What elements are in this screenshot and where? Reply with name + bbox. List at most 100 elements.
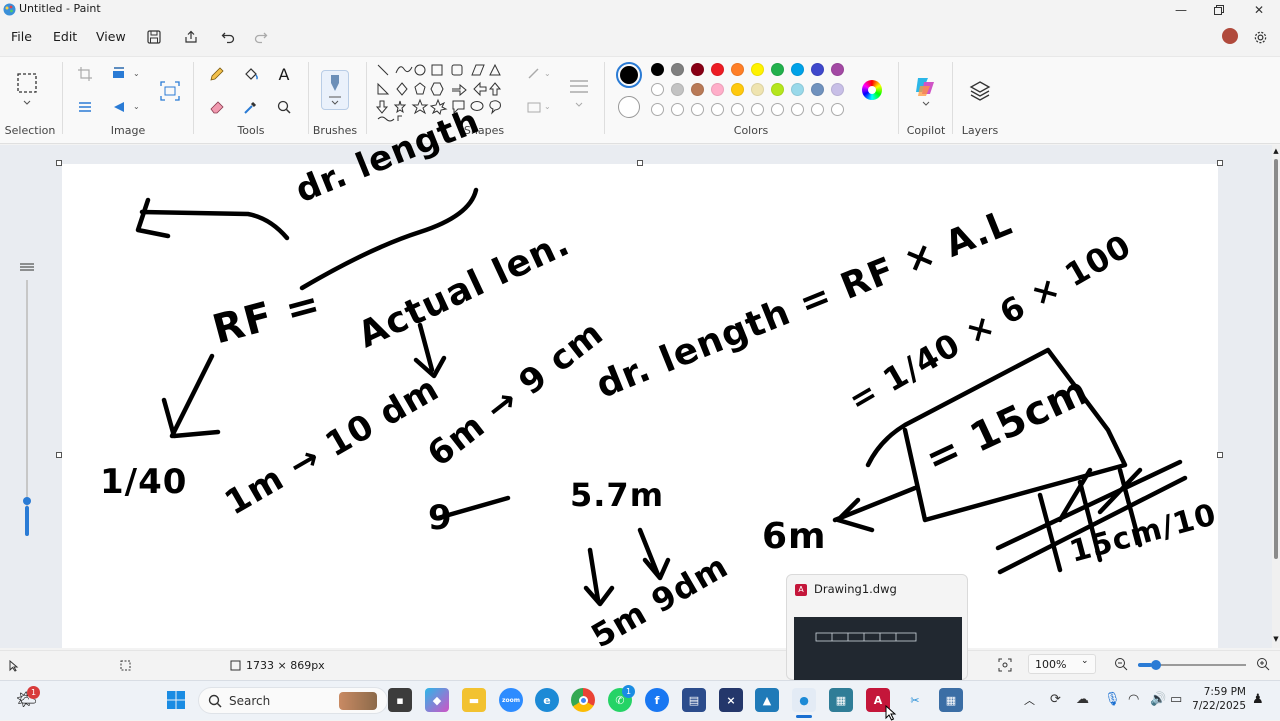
scroll-thumb[interactable] — [1274, 159, 1278, 559]
color-swatch[interactable] — [771, 103, 784, 116]
color-swatch[interactable] — [791, 103, 804, 116]
start-button[interactable] — [166, 690, 186, 710]
task-view-button[interactable]: ▪ — [388, 688, 412, 712]
color-swatch[interactable] — [731, 83, 744, 96]
color-swatch[interactable] — [691, 83, 704, 96]
volume-tray-icon[interactable]: 🔊 — [1150, 692, 1166, 707]
magnifier-tool[interactable] — [274, 97, 294, 117]
color-swatch[interactable] — [811, 103, 824, 116]
color-swatch[interactable] — [831, 63, 844, 76]
color-swatch[interactable] — [751, 83, 764, 96]
undo-button[interactable] — [218, 27, 238, 47]
color-swatch[interactable] — [731, 63, 744, 76]
color-swatch[interactable] — [811, 83, 824, 96]
selection-tool-button[interactable] — [14, 70, 42, 110]
color-swatch[interactable] — [791, 63, 804, 76]
drawing-canvas[interactable]: dr. length RF = Actual len. 1/40 1m → 10… — [62, 101, 1220, 655]
chevron-down-icon[interactable]: ⌄ — [544, 102, 551, 111]
pencil-tool[interactable] — [207, 64, 227, 84]
resize-button[interactable] — [109, 64, 129, 84]
color-picker-tool[interactable] — [241, 97, 261, 117]
copilot-taskbar-button[interactable]: ◆ — [425, 688, 449, 712]
redo-button[interactable] — [251, 27, 271, 47]
color-swatch[interactable] — [671, 83, 684, 96]
image-properties-button[interactable] — [159, 80, 181, 102]
photos-button[interactable]: ▲ — [755, 688, 779, 712]
preview-thumbnail[interactable] — [794, 617, 962, 681]
clock[interactable]: 7:59 PM 7/22/2025 — [1190, 685, 1246, 713]
color-swatch[interactable] — [811, 63, 824, 76]
snipping-tool-button[interactable]: ✂ — [903, 688, 927, 712]
chevron-down-icon[interactable]: ⌄ — [544, 69, 551, 78]
resize-handle-top[interactable] — [637, 160, 643, 166]
layers-button[interactable] — [968, 79, 992, 103]
chrome-button[interactable] — [571, 688, 595, 712]
resize-handle-top-left[interactable] — [56, 160, 62, 166]
fill-tool[interactable] — [241, 64, 261, 84]
zoom-slider-thumb[interactable] — [1151, 660, 1161, 670]
zoom-app-button[interactable]: zoom — [499, 688, 523, 712]
color-swatch[interactable] — [711, 63, 724, 76]
show-hidden-icons-button[interactable]: ︿ — [1024, 692, 1035, 708]
file-explorer-button[interactable]: ▬ — [462, 688, 486, 712]
flip-button[interactable] — [75, 97, 95, 117]
visual-studio-code-button[interactable]: ⨯ — [719, 688, 743, 712]
zoom-out-button[interactable] — [1114, 656, 1128, 671]
scroll-down-arrow[interactable]: ▼ — [1272, 635, 1280, 643]
color-swatch[interactable] — [731, 103, 744, 116]
color-swatch[interactable] — [711, 83, 724, 96]
color-swatch[interactable] — [651, 103, 664, 116]
menu-edit[interactable]: Edit — [53, 29, 77, 44]
secondary-color-button[interactable] — [618, 96, 640, 118]
color-swatch[interactable] — [671, 103, 684, 116]
cloud-off-tray-icon[interactable]: ☁ — [1076, 692, 1089, 707]
color-swatch[interactable] — [651, 63, 664, 76]
rotate-button[interactable] — [109, 97, 129, 117]
maximize-button[interactable] — [1200, 0, 1238, 20]
wifi-tray-icon[interactable]: ◠ — [1128, 692, 1139, 707]
brush-size-thumb[interactable] — [23, 497, 31, 505]
shape-size-button[interactable] — [566, 73, 592, 111]
color-swatch[interactable] — [751, 103, 764, 116]
color-swatch[interactable] — [711, 103, 724, 116]
text-tool[interactable]: A — [274, 64, 294, 84]
facebook-button[interactable]: f — [645, 688, 669, 712]
crop-button[interactable] — [75, 64, 95, 84]
vertical-scrollbar[interactable]: ▲ ▼ — [1272, 145, 1280, 648]
calendar-app-button[interactable]: ▤ — [682, 688, 706, 712]
settings-button[interactable] — [1250, 27, 1270, 47]
edge-button[interactable]: e — [535, 688, 559, 712]
notification-center-button[interactable]: ♟ — [1252, 692, 1264, 707]
zoom-in-button[interactable] — [1256, 656, 1270, 671]
resize-handle-left[interactable] — [56, 452, 62, 458]
taskbar-search[interactable]: Search — [198, 687, 388, 714]
edit-colors-button[interactable] — [862, 80, 882, 100]
color-swatch[interactable] — [671, 63, 684, 76]
outline-button[interactable] — [524, 64, 544, 84]
fill-shape-button[interactable] — [524, 97, 544, 117]
menu-view[interactable]: View — [96, 29, 126, 44]
brushes-button[interactable] — [321, 70, 349, 110]
save-button[interactable] — [144, 27, 164, 47]
menu-file[interactable]: File — [11, 29, 32, 44]
color-swatch[interactable] — [651, 83, 664, 96]
color-swatch[interactable] — [691, 63, 704, 76]
eraser-tool[interactable] — [207, 97, 227, 117]
fit-to-window-button[interactable] — [998, 657, 1012, 672]
paint-taskbar-button[interactable]: ● — [792, 688, 816, 712]
taskbar-preview-popup[interactable]: A Drawing1.dwg — [786, 574, 968, 681]
close-button[interactable]: ✕ — [1240, 0, 1278, 20]
microphone-tray-icon[interactable]: 🎙 — [1104, 692, 1121, 707]
color-swatch[interactable] — [751, 63, 764, 76]
scroll-up-arrow[interactable]: ▲ — [1272, 147, 1280, 155]
battery-tray-icon[interactable]: ▭ — [1170, 692, 1182, 707]
color-swatch[interactable] — [791, 83, 804, 96]
color-swatch[interactable] — [771, 63, 784, 76]
resize-handle-right[interactable] — [1217, 452, 1223, 458]
color-swatch[interactable] — [831, 103, 844, 116]
color-swatch[interactable] — [831, 83, 844, 96]
primary-color-button[interactable] — [616, 62, 642, 88]
account-avatar[interactable] — [1222, 28, 1238, 44]
color-swatch[interactable] — [771, 83, 784, 96]
resize-handle-top-right[interactable] — [1217, 160, 1223, 166]
